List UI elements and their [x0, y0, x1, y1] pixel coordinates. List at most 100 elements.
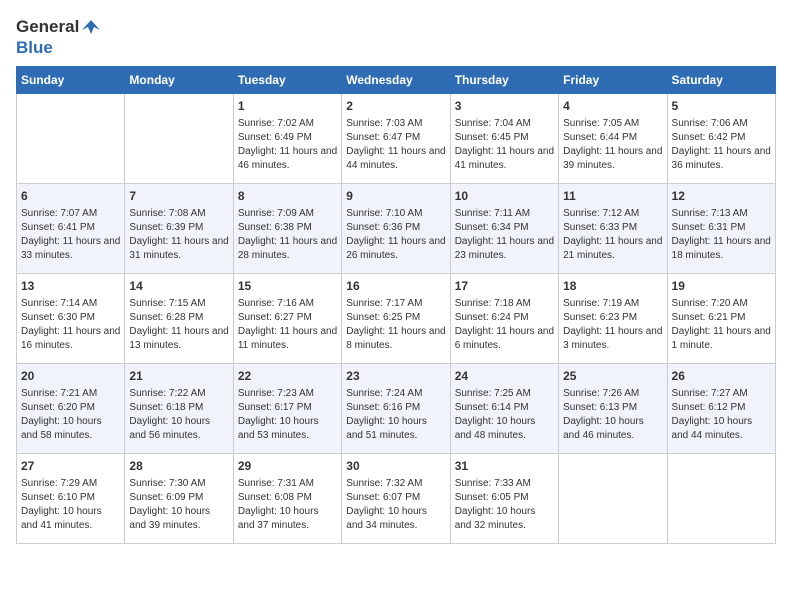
day-info: Sunrise: 7:09 AM Sunset: 6:38 PM Dayligh…	[238, 207, 337, 263]
column-header-friday: Friday	[559, 67, 667, 94]
day-number: 4	[563, 98, 662, 115]
day-number: 11	[563, 188, 662, 205]
day-info: Sunrise: 7:24 AM Sunset: 6:16 PM Dayligh…	[346, 387, 445, 443]
day-info: Sunrise: 7:33 AM Sunset: 6:05 PM Dayligh…	[455, 477, 554, 533]
day-number: 10	[455, 188, 554, 205]
day-number: 31	[455, 458, 554, 475]
calendar-week-row: 1 Sunrise: 7:02 AM Sunset: 6:49 PM Daylig…	[17, 94, 776, 184]
calendar-cell: 22 Sunrise: 7:23 AM Sunset: 6:17 PM Dayli…	[233, 364, 341, 454]
day-number: 20	[21, 368, 120, 385]
day-info: Sunrise: 7:03 AM Sunset: 6:47 PM Dayligh…	[346, 117, 445, 173]
day-info: Sunrise: 7:22 AM Sunset: 6:18 PM Dayligh…	[129, 387, 228, 443]
day-info: Sunrise: 7:10 AM Sunset: 6:36 PM Dayligh…	[346, 207, 445, 263]
calendar-cell: 14 Sunrise: 7:15 AM Sunset: 6:28 PM Dayli…	[125, 274, 233, 364]
day-info: Sunrise: 7:11 AM Sunset: 6:34 PM Dayligh…	[455, 207, 554, 263]
day-number: 14	[129, 278, 228, 295]
day-info: Sunrise: 7:32 AM Sunset: 6:07 PM Dayligh…	[346, 477, 445, 533]
calendar-cell: 11 Sunrise: 7:12 AM Sunset: 6:33 PM Dayli…	[559, 184, 667, 274]
calendar-cell: 15 Sunrise: 7:16 AM Sunset: 6:27 PM Dayli…	[233, 274, 341, 364]
day-info: Sunrise: 7:17 AM Sunset: 6:25 PM Dayligh…	[346, 297, 445, 353]
day-info: Sunrise: 7:08 AM Sunset: 6:39 PM Dayligh…	[129, 207, 228, 263]
calendar-cell: 7 Sunrise: 7:08 AM Sunset: 6:39 PM Daylig…	[125, 184, 233, 274]
day-number: 9	[346, 188, 445, 205]
day-number: 16	[346, 278, 445, 295]
calendar-cell: 9 Sunrise: 7:10 AM Sunset: 6:36 PM Daylig…	[342, 184, 450, 274]
calendar-cell: 1 Sunrise: 7:02 AM Sunset: 6:49 PM Daylig…	[233, 94, 341, 184]
day-info: Sunrise: 7:25 AM Sunset: 6:14 PM Dayligh…	[455, 387, 554, 443]
day-number: 19	[672, 278, 771, 295]
day-number: 22	[238, 368, 337, 385]
day-number: 3	[455, 98, 554, 115]
day-number: 30	[346, 458, 445, 475]
day-number: 17	[455, 278, 554, 295]
logo: General Blue	[16, 16, 102, 58]
day-number: 29	[238, 458, 337, 475]
calendar-week-row: 27Sunrise: 7:29 AM Sunset: 6:10 PM Dayli…	[17, 454, 776, 544]
calendar-cell	[667, 454, 775, 544]
day-number: 8	[238, 188, 337, 205]
calendar-cell	[559, 454, 667, 544]
calendar-cell: 21 Sunrise: 7:22 AM Sunset: 6:18 PM Dayli…	[125, 364, 233, 454]
day-info: Sunrise: 7:23 AM Sunset: 6:17 PM Dayligh…	[238, 387, 337, 443]
day-number: 6	[21, 188, 120, 205]
day-info: Sunrise: 7:12 AM Sunset: 6:33 PM Dayligh…	[563, 207, 662, 263]
day-info: Sunrise: 7:06 AM Sunset: 6:42 PM Dayligh…	[672, 117, 771, 173]
day-info: Sunrise: 7:26 AM Sunset: 6:13 PM Dayligh…	[563, 387, 662, 443]
day-number: 23	[346, 368, 445, 385]
calendar-week-row: 13 Sunrise: 7:14 AM Sunset: 6:30 PM Dayli…	[17, 274, 776, 364]
day-info: Sunrise: 7:27 AM Sunset: 6:12 PM Dayligh…	[672, 387, 771, 443]
day-info: Sunrise: 7:16 AM Sunset: 6:27 PM Dayligh…	[238, 297, 337, 353]
calendar-cell: 16 Sunrise: 7:17 AM Sunset: 6:25 PM Dayli…	[342, 274, 450, 364]
calendar-cell: 3 Sunrise: 7:04 AM Sunset: 6:45 PM Daylig…	[450, 94, 558, 184]
calendar-cell: 26 Sunrise: 7:27 AM Sunset: 6:12 PM Dayli…	[667, 364, 775, 454]
day-info: Sunrise: 7:13 AM Sunset: 6:31 PM Dayligh…	[672, 207, 771, 263]
day-number: 5	[672, 98, 771, 115]
day-info: Sunrise: 7:21 AM Sunset: 6:20 PM Dayligh…	[21, 387, 120, 443]
day-number: 2	[346, 98, 445, 115]
logo-blue-text: Blue	[16, 38, 53, 58]
logo-general-text: General	[16, 17, 79, 37]
page-header: General Blue	[16, 16, 776, 58]
day-number: 21	[129, 368, 228, 385]
day-number: 24	[455, 368, 554, 385]
column-header-monday: Monday	[125, 67, 233, 94]
day-info: Sunrise: 7:15 AM Sunset: 6:28 PM Dayligh…	[129, 297, 228, 353]
calendar-cell: 30 Sunrise: 7:32 AM Sunset: 6:07 PM Dayli…	[342, 454, 450, 544]
column-header-thursday: Thursday	[450, 67, 558, 94]
day-number: 28	[129, 458, 228, 475]
calendar-cell: 13 Sunrise: 7:14 AM Sunset: 6:30 PM Dayli…	[17, 274, 125, 364]
calendar-cell: 29 Sunrise: 7:31 AM Sunset: 6:08 PM Dayli…	[233, 454, 341, 544]
calendar-table: SundayMondayTuesdayWednesdayThursdayFrid…	[16, 66, 776, 544]
calendar-cell: 5 Sunrise: 7:06 AM Sunset: 6:42 PM Daylig…	[667, 94, 775, 184]
day-info: Sunrise: 7:07 AM Sunset: 6:41 PM Dayligh…	[21, 207, 120, 263]
calendar-cell: 28 Sunrise: 7:30 AM Sunset: 6:09 PM Dayli…	[125, 454, 233, 544]
column-header-sunday: Sunday	[17, 67, 125, 94]
calendar-cell: 2 Sunrise: 7:03 AM Sunset: 6:47 PM Daylig…	[342, 94, 450, 184]
calendar-cell	[125, 94, 233, 184]
day-info: Sunrise: 7:02 AM Sunset: 6:49 PM Dayligh…	[238, 117, 337, 173]
calendar-cell: 12Sunrise: 7:13 AM Sunset: 6:31 PM Dayli…	[667, 184, 775, 274]
calendar-cell: 8 Sunrise: 7:09 AM Sunset: 6:38 PM Daylig…	[233, 184, 341, 274]
calendar-cell: 25Sunrise: 7:26 AM Sunset: 6:13 PM Dayli…	[559, 364, 667, 454]
day-info: Sunrise: 7:30 AM Sunset: 6:09 PM Dayligh…	[129, 477, 228, 533]
day-number: 7	[129, 188, 228, 205]
calendar-cell: 17Sunrise: 7:18 AM Sunset: 6:24 PM Dayli…	[450, 274, 558, 364]
day-number: 1	[238, 98, 337, 115]
calendar-cell: 19 Sunrise: 7:20 AM Sunset: 6:21 PM Dayli…	[667, 274, 775, 364]
day-info: Sunrise: 7:20 AM Sunset: 6:21 PM Dayligh…	[672, 297, 771, 353]
day-info: Sunrise: 7:04 AM Sunset: 6:45 PM Dayligh…	[455, 117, 554, 173]
column-header-wednesday: Wednesday	[342, 67, 450, 94]
day-number: 15	[238, 278, 337, 295]
calendar-cell: 27Sunrise: 7:29 AM Sunset: 6:10 PM Dayli…	[17, 454, 125, 544]
day-number: 26	[672, 368, 771, 385]
day-number: 27	[21, 458, 120, 475]
calendar-cell: 18Sunrise: 7:19 AM Sunset: 6:23 PM Dayli…	[559, 274, 667, 364]
calendar-cell: 20 Sunrise: 7:21 AM Sunset: 6:20 PM Dayli…	[17, 364, 125, 454]
calendar-week-row: 20 Sunrise: 7:21 AM Sunset: 6:20 PM Dayli…	[17, 364, 776, 454]
day-info: Sunrise: 7:05 AM Sunset: 6:44 PM Dayligh…	[563, 117, 662, 173]
day-info: Sunrise: 7:31 AM Sunset: 6:08 PM Dayligh…	[238, 477, 337, 533]
day-info: Sunrise: 7:14 AM Sunset: 6:30 PM Dayligh…	[21, 297, 120, 353]
day-number: 13	[21, 278, 120, 295]
day-number: 18	[563, 278, 662, 295]
calendar-cell: 24 Sunrise: 7:25 AM Sunset: 6:14 PM Dayli…	[450, 364, 558, 454]
